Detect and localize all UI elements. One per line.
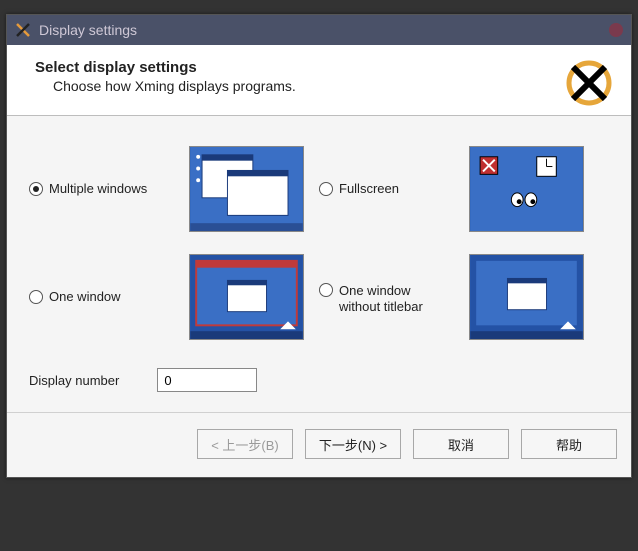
radio-one-window[interactable]: One window bbox=[29, 289, 179, 305]
page-subtitle: Choose how Xming displays programs. bbox=[53, 78, 557, 94]
app-icon bbox=[15, 22, 31, 38]
content-area: Multiple windows Fullscreen bbox=[7, 116, 631, 412]
help-button[interactable]: 帮助 bbox=[521, 429, 617, 459]
radio-one-window-no-titlebar[interactable]: One window without titlebar bbox=[319, 279, 459, 314]
titlebar-indicator bbox=[609, 23, 623, 37]
cancel-button[interactable]: 取消 bbox=[413, 429, 509, 459]
thumbnail-one-window bbox=[189, 254, 304, 340]
radio-label: Multiple windows bbox=[49, 181, 147, 197]
display-number-row: Display number bbox=[29, 368, 609, 392]
wizard-footer: < 上一步(B) 下一步(N) > 取消 帮助 bbox=[7, 412, 631, 477]
display-number-input[interactable] bbox=[157, 368, 257, 392]
radio-icon bbox=[29, 182, 43, 196]
thumbnail-multiple-windows bbox=[189, 146, 304, 232]
display-number-label: Display number bbox=[29, 373, 119, 388]
page-title: Select display settings bbox=[35, 59, 557, 76]
display-settings-window: Display settings Select display settings… bbox=[6, 14, 632, 478]
xming-logo bbox=[565, 59, 613, 107]
wizard-header: Select display settings Choose how Xming… bbox=[7, 45, 631, 116]
radio-multiple-windows[interactable]: Multiple windows bbox=[29, 181, 179, 197]
radio-icon bbox=[319, 182, 333, 196]
radio-icon bbox=[29, 290, 43, 304]
window-title: Display settings bbox=[39, 22, 137, 38]
thumbnail-one-window-no-titlebar bbox=[469, 254, 584, 340]
radio-fullscreen[interactable]: Fullscreen bbox=[319, 181, 459, 197]
titlebar: Display settings bbox=[7, 15, 631, 45]
radio-label: One window without titlebar bbox=[339, 283, 423, 314]
back-button[interactable]: < 上一步(B) bbox=[197, 429, 293, 459]
next-button[interactable]: 下一步(N) > bbox=[305, 429, 401, 459]
radio-icon bbox=[319, 283, 333, 297]
thumbnail-fullscreen bbox=[469, 146, 584, 232]
radio-label: One window bbox=[49, 289, 121, 305]
radio-label: Fullscreen bbox=[339, 181, 399, 197]
